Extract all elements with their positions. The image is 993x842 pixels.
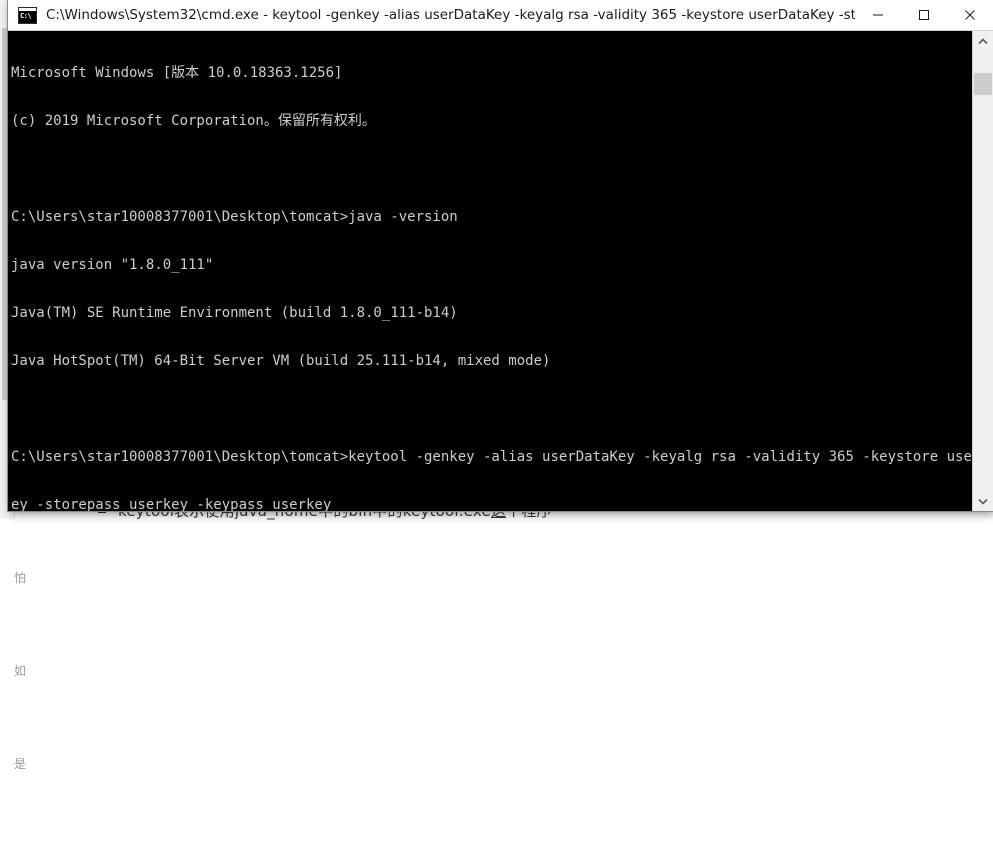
console-line: Java(TM) SE Runtime Environment (build 1… [11, 305, 458, 321]
console-line: java version "1.8.0_111" [11, 257, 214, 273]
console-scrollbar-track[interactable] [973, 51, 993, 491]
console-output-area[interactable]: Microsoft Windows [版本 10.0.18363.1256] (… [8, 31, 993, 511]
minimize-icon [873, 14, 883, 16]
background-text-fragment: 如 [14, 664, 27, 678]
background-text-fragment: 是 [14, 757, 27, 771]
console-line: C:\Users\star10008377001\Desktop\tomcat>… [11, 449, 971, 465]
cmd-console-icon: C:\ [18, 6, 37, 24]
console-line: (c) 2019 Microsoft Corporation。保留所有权利。 [11, 113, 376, 129]
cmd-icon-glyph: C:\ [20, 11, 32, 20]
console-scrollbar[interactable] [972, 31, 993, 511]
maximize-button[interactable] [901, 0, 947, 30]
scroll-down-button[interactable] [973, 491, 993, 511]
scroll-up-button[interactable] [973, 31, 993, 51]
console-line: C:\Users\star10008377001\Desktop\tomcat>… [11, 209, 458, 225]
title-bar[interactable]: C:\ C:\Windows\System32\cmd.exe - keytoo… [8, 0, 993, 31]
console-line: Java HotSpot(TM) 64-Bit Server VM (build… [11, 353, 551, 369]
console-scrollbar-thumb[interactable] [974, 73, 992, 95]
console-text: Microsoft Windows [版本 10.0.18363.1256] (… [11, 33, 971, 511]
window-title: C:\Windows\System32\cmd.exe - keytool -g… [46, 7, 855, 23]
console-line: ey -storepass userkey -keypass userkey [11, 497, 332, 511]
minimize-button[interactable] [855, 0, 901, 30]
background-text-fragment: 怕 [14, 571, 27, 585]
close-icon [965, 10, 975, 20]
cmd-console-window[interactable]: C:\ C:\Windows\System32\cmd.exe - keytoo… [8, 0, 993, 511]
close-button[interactable] [947, 0, 993, 30]
console-line: Microsoft Windows [版本 10.0.18363.1256] [11, 65, 343, 81]
chevron-up-icon [978, 37, 988, 44]
maximize-icon [919, 10, 929, 20]
chevron-down-icon [978, 498, 988, 505]
